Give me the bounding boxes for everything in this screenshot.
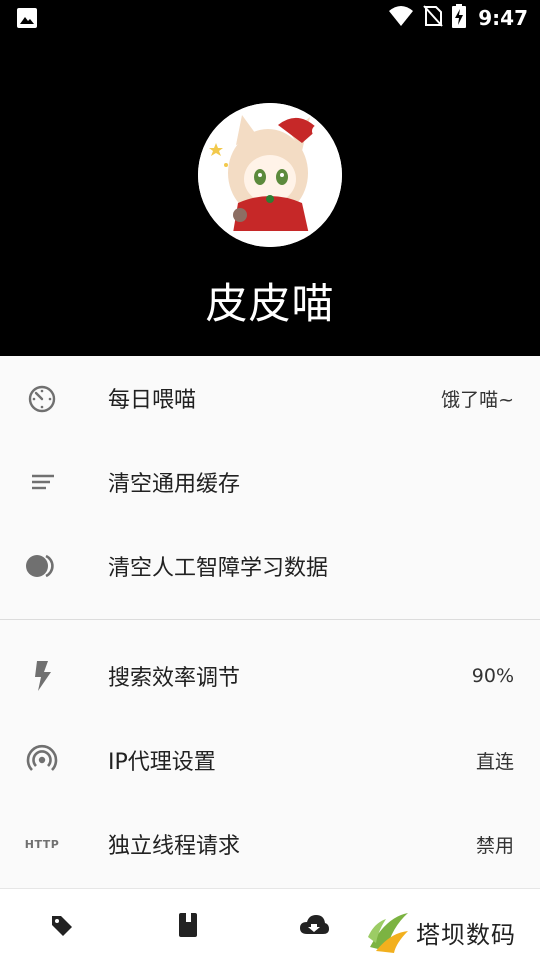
settings-item-daily-feed[interactable]: 每日喂喵 饿了喵~	[0, 356, 540, 440]
settings-item-label: 搜索效率调节	[108, 666, 241, 691]
settings-item-ip-proxy[interactable]: IP代理设置 直连	[0, 718, 540, 802]
watermark: 塔坝数码	[366, 906, 516, 958]
toggle-icon	[22, 546, 62, 586]
clear-lines-icon	[22, 462, 62, 502]
settings-item-search-efficiency[interactable]: 搜索效率调节 90%	[0, 634, 540, 718]
settings-item-value: 直连	[475, 750, 514, 773]
watermark-text: 塔坝数码	[416, 920, 516, 949]
settings-item-label: 清空通用缓存	[108, 472, 241, 497]
settings-item-label: IP代理设置	[108, 750, 216, 775]
profile-username: 皮皮喵	[205, 279, 335, 328]
settings-item-thread-request[interactable]: HTTP 独立线程请求 禁用	[0, 802, 540, 886]
settings-item-clear-cache[interactable]: 清空通用缓存	[0, 440, 540, 524]
watermark-logo-icon	[366, 907, 410, 957]
settings-item-label: 清空人工智障学习数据	[108, 556, 329, 581]
settings-item-value: 饿了喵~	[441, 388, 514, 411]
http-icon: HTTP	[24, 837, 60, 851]
wifi-tethering-icon	[22, 740, 62, 780]
settings-item-label: 每日喂喵	[108, 388, 197, 413]
settings-item-value: 90%	[471, 665, 514, 687]
book-icon[interactable]	[166, 903, 210, 947]
settings-item-value: 禁用	[475, 834, 514, 857]
no-sim-icon	[422, 4, 444, 32]
status-bar: 9:47	[0, 0, 540, 36]
battery-charging-icon	[452, 4, 467, 32]
profile-header: 9:47 皮皮喵	[0, 0, 540, 356]
tag-icon[interactable]	[40, 903, 84, 947]
avatar[interactable]	[198, 103, 342, 247]
cloud-download-icon[interactable]	[292, 903, 336, 947]
settings-item-label: 独立线程请求	[108, 834, 241, 859]
image-icon	[16, 7, 38, 29]
flash-icon	[22, 656, 62, 696]
settings-item-clear-ai-data[interactable]: 清空人工智障学习数据	[0, 524, 540, 608]
timer-icon	[22, 378, 62, 418]
wifi-icon	[388, 5, 414, 31]
section-divider	[0, 619, 540, 620]
status-time: 9:47	[478, 6, 528, 30]
